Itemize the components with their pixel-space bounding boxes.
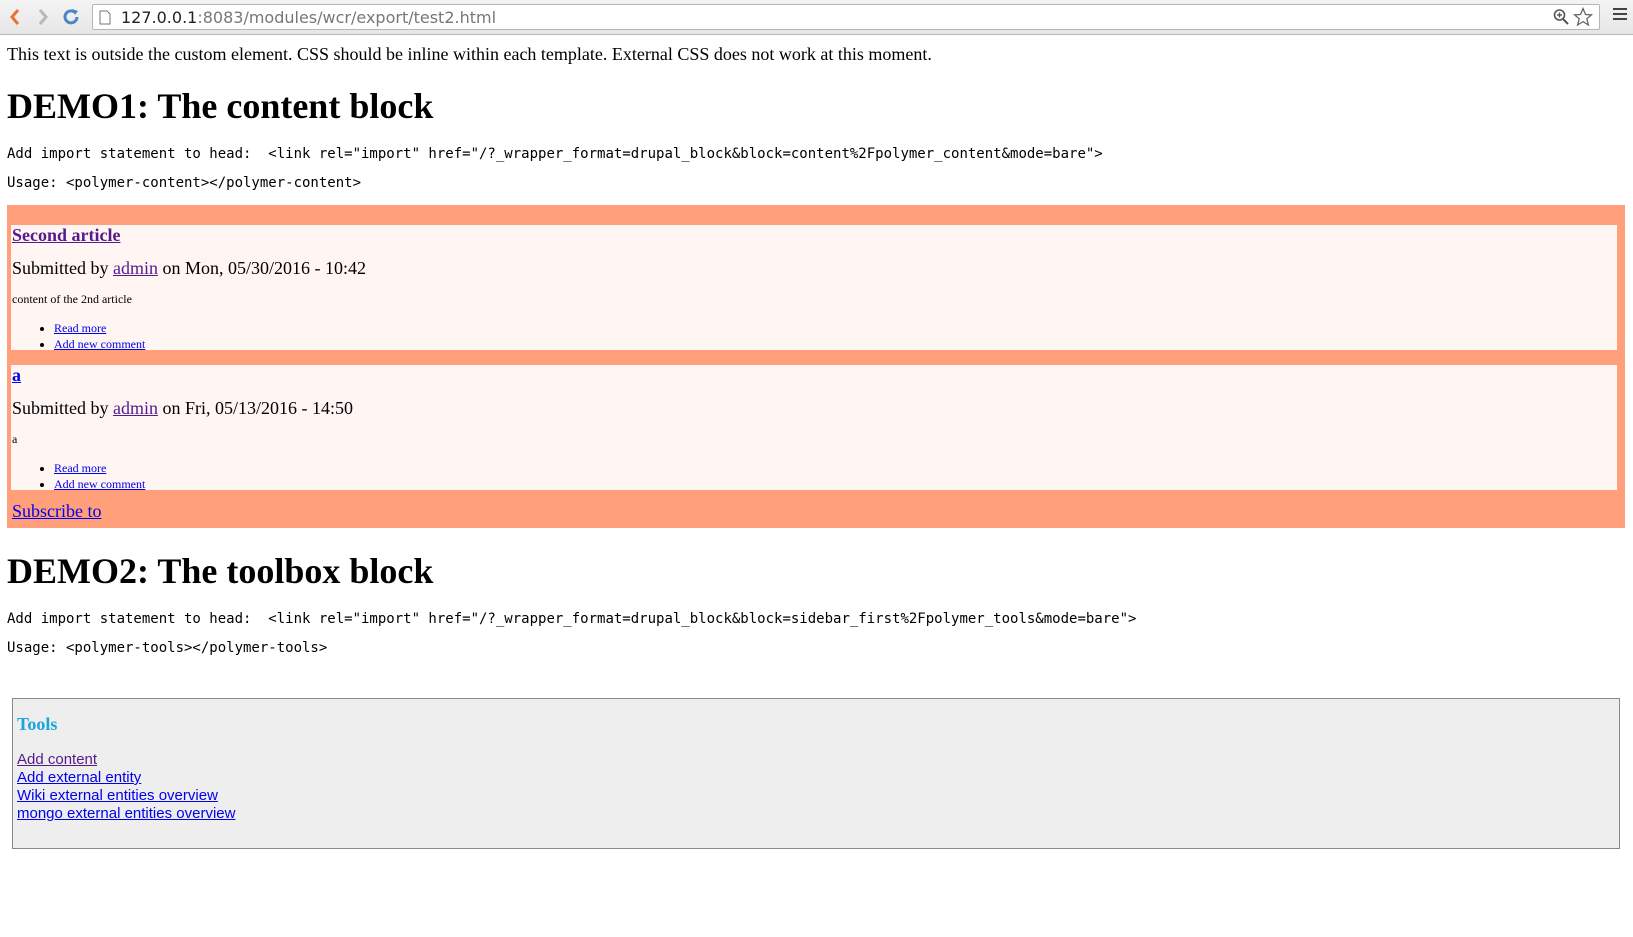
url-host: 127.0.0.1 — [121, 7, 198, 27]
zoom-icon[interactable] — [1553, 8, 1569, 31]
back-button[interactable] — [4, 5, 26, 29]
back-arrow-icon — [10, 9, 20, 25]
article-title-link[interactable]: a — [12, 365, 21, 386]
page-icon — [99, 9, 113, 25]
reload-button[interactable] — [60, 5, 82, 29]
article-body: content of the 2nd article — [12, 292, 132, 306]
intro-text: This text is outside the custom element.… — [7, 44, 932, 64]
article-title-link[interactable]: Second article — [12, 225, 120, 246]
mongo-entities-overview-link[interactable]: mongo external entities overview — [17, 805, 235, 823]
page-body: This text is outside the custom element.… — [0, 35, 1633, 937]
demo1-heading: DEMO1: The content block — [7, 86, 434, 126]
browser-toolbar: 127.0.0.1:8083/modules/wcr/export/test2.… — [0, 0, 1633, 35]
list-item: Read more — [54, 320, 145, 336]
list-item: Add new comment — [54, 336, 145, 352]
author-link[interactable]: admin — [113, 398, 158, 418]
article-links: Read more Add new comment — [39, 460, 145, 492]
author-link[interactable]: admin — [113, 258, 158, 278]
submitted-prefix: Submitted by — [12, 398, 114, 418]
add-external-entity-link[interactable]: Add external entity — [17, 769, 235, 787]
forward-arrow-icon — [38, 9, 48, 25]
read-more-link[interactable]: Read more — [54, 461, 106, 475]
submitted-prefix: Submitted by — [12, 258, 114, 278]
tool-links: Add content Add external entity Wiki ext… — [17, 751, 235, 823]
forward-button[interactable] — [32, 5, 54, 29]
demo2-usage-line: Usage: <polymer-tools></polymer-tools> — [7, 640, 328, 656]
list-item: Read more — [54, 460, 145, 476]
list-item: Add new comment — [54, 476, 145, 492]
polymer-tools-block: Tools Add content Add external entity Wi… — [12, 698, 1620, 849]
article-links: Read more Add new comment — [39, 320, 145, 352]
address-bar[interactable]: 127.0.0.1:8083/modules/wcr/export/test2.… — [92, 4, 1600, 30]
add-content-link[interactable]: Add content — [17, 751, 235, 769]
article: Second article Submitted by admin on Mon… — [11, 225, 1617, 352]
submitted-line: Submitted by admin on Mon, 05/30/2016 - … — [12, 258, 366, 279]
add-comment-link[interactable]: Add new comment — [54, 477, 145, 491]
menu-icon[interactable] — [1613, 8, 1627, 23]
submitted-date: on Mon, 05/30/2016 - 10:42 — [158, 258, 367, 278]
article: a Submitted by admin on Fri, 05/13/2016 … — [11, 365, 1617, 492]
subscribe-link[interactable]: Subscribe to — [12, 501, 102, 522]
demo2-import-line: Add import statement to head: <link rel=… — [7, 611, 1137, 627]
url-text[interactable]: 127.0.0.1:8083/modules/wcr/export/test2.… — [121, 8, 496, 27]
read-more-link[interactable]: Read more — [54, 321, 106, 335]
demo1-import-line: Add import statement to head: <link rel=… — [7, 146, 1103, 162]
reload-icon — [63, 9, 79, 25]
submitted-line: Submitted by admin on Fri, 05/13/2016 - … — [12, 398, 353, 419]
bookmark-star-icon[interactable] — [1572, 6, 1594, 32]
tools-title: Tools — [17, 714, 58, 734]
demo2-heading: DEMO2: The toolbox block — [7, 551, 434, 591]
demo1-usage-line: Usage: <polymer-content></polymer-conten… — [7, 175, 362, 191]
url-path: :8083/modules/wcr/export/test2.html — [197, 7, 497, 27]
polymer-content-block: Second article Submitted by admin on Mon… — [7, 205, 1625, 528]
wiki-entities-overview-link[interactable]: Wiki external entities overview — [17, 787, 235, 805]
add-comment-link[interactable]: Add new comment — [54, 337, 145, 351]
article-body: a — [12, 432, 18, 446]
submitted-date: on Fri, 05/13/2016 - 14:50 — [158, 398, 354, 418]
